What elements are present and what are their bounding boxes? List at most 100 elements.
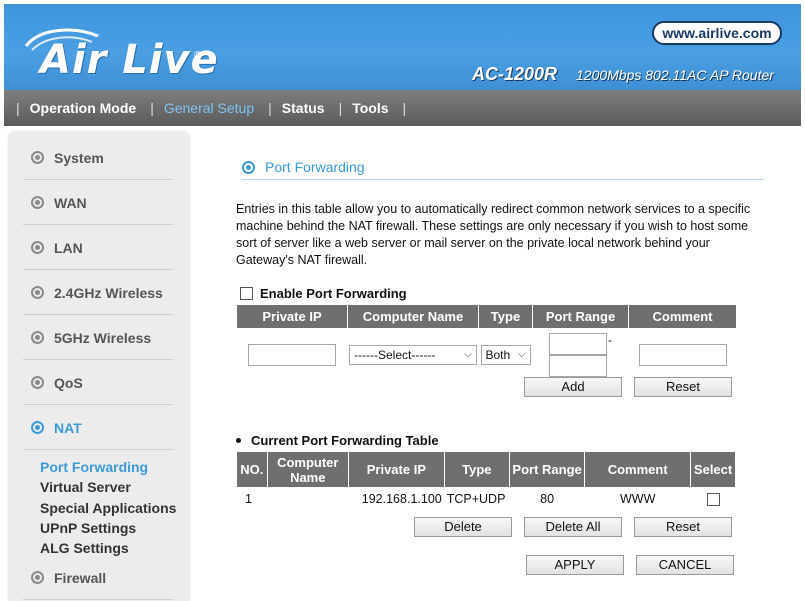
computer-name-select[interactable]: ------Select------ ⌵ (349, 344, 477, 365)
nav-separator: | (402, 100, 407, 116)
chevron-down-icon: ⌵ (464, 349, 472, 360)
sidebar-item-firewall[interactable]: Firewall (23, 556, 173, 600)
row-select-cell (690, 487, 736, 511)
port-to-input[interactable] (549, 354, 607, 377)
current-table-title-label: Current Port Forwarding Table (251, 433, 439, 448)
title-bullet-icon (242, 161, 255, 174)
computer-name-selected: ------Select------ (354, 347, 436, 362)
sidebar-item-label: 5GHz Wireless (54, 329, 152, 346)
row-select-checkbox[interactable] (706, 493, 720, 507)
nav-separator: | (16, 100, 20, 116)
add-rule-table: Private IP Computer Name Type Port Range… (236, 304, 737, 381)
nav-separator: | (150, 100, 154, 116)
port-range-cell: - (532, 328, 629, 381)
nav-tools[interactable]: Tools (352, 100, 388, 116)
current-forwarding-table: NO. Computer Name Private IP Type Port R… (236, 451, 736, 511)
enable-port-forwarding-row: Enable Port Forwarding (240, 286, 407, 301)
delete-all-button[interactable]: Delete All (524, 517, 622, 537)
col-header-port-range: Port Range (508, 451, 586, 488)
sidebar-item-label: System (54, 149, 104, 166)
enable-port-forwarding-label: Enable Port Forwarding (260, 286, 407, 301)
router-admin-app: Air Live ® www.airlive.com AC-1200R 1200… (0, 0, 805, 601)
sidebar-item-2-4ghz-wireless[interactable]: 2.4GHz Wireless (23, 271, 173, 315)
chevron-down-icon: ⌵ (517, 349, 526, 360)
table-row: 1 192.168.1.100 TCP+UDP 80 WWW (236, 487, 736, 511)
sidebar-item-5ghz-wireless[interactable]: 5GHz Wireless (23, 316, 173, 360)
col-header-select: Select (690, 451, 736, 488)
subnav-alg-settings[interactable]: ALG Settings (40, 540, 129, 556)
subnav-virtual-server[interactable]: Virtual Server (40, 479, 131, 495)
row-port-range: 80 (508, 487, 586, 511)
sidebar-item-system[interactable]: System (23, 136, 173, 180)
radio-bullet-icon (31, 421, 44, 434)
col-header-computer-name: Computer Name (266, 451, 350, 488)
sidebar-item-label: LAN (54, 239, 83, 256)
table-reset-button[interactable]: Reset (634, 517, 732, 537)
page-title: Port Forwarding (265, 159, 365, 175)
col-header-comment: Comment (584, 451, 692, 488)
enable-port-forwarding-checkbox[interactable] (240, 287, 253, 300)
subnav-port-forwarding[interactable]: Port Forwarding (40, 459, 148, 475)
private-ip-input[interactable] (248, 343, 336, 366)
delete-button[interactable]: Delete (414, 517, 512, 537)
nav-separator: | (338, 100, 343, 116)
type-selected: Both (485, 347, 511, 362)
nav-separator: | (268, 100, 272, 116)
radio-bullet-icon (31, 196, 44, 209)
row-no: 1 (236, 487, 268, 511)
site-url-badge[interactable]: www.airlive.com (652, 21, 782, 45)
radio-bullet-icon (31, 241, 44, 254)
col-header-computer-name: Computer Name (347, 304, 479, 329)
sidebar-item-label: NAT (54, 419, 82, 436)
apply-button[interactable]: APPLY (526, 555, 624, 575)
sidebar-item-label: 2.4GHz Wireless (54, 284, 163, 301)
nav-operation-mode[interactable]: Operation Mode (30, 100, 137, 116)
col-header-port-range: Port Range (532, 304, 629, 329)
main-content: Port Forwarding Entries in this table al… (200, 126, 800, 601)
bullet-dot-icon (236, 438, 241, 443)
airlive-logo: Air Live (40, 37, 219, 83)
port-range-separator: - (608, 332, 612, 347)
radio-bullet-icon (31, 571, 44, 584)
col-header-private-ip: Private IP (348, 451, 445, 488)
add-button[interactable]: Add (524, 377, 622, 397)
nav-general-setup[interactable]: General Setup (164, 100, 254, 116)
sidebar-item-qos[interactable]: QoS (23, 361, 173, 405)
private-ip-cell (236, 328, 348, 381)
sidebar-item-nat[interactable]: NAT (23, 406, 173, 450)
col-header-comment: Comment (628, 304, 737, 329)
col-header-type: Type (443, 451, 510, 488)
top-nav: | Operation Mode | General Setup | Statu… (4, 90, 801, 126)
col-header-type: Type (478, 304, 533, 329)
current-table-title: Current Port Forwarding Table (236, 433, 439, 448)
sidebar-item-lan[interactable]: LAN (23, 226, 173, 270)
cancel-button[interactable]: CANCEL (636, 555, 734, 575)
model-description: 1200Mbps 802.11AC AP Router (576, 67, 774, 83)
col-header-private-ip: Private IP (236, 304, 348, 329)
registered-mark: ® (194, 50, 202, 61)
radio-bullet-icon (31, 376, 44, 389)
radio-bullet-icon (31, 151, 44, 164)
sidebar: System WAN LAN 2.4GHz Wireless 5GHz Wire… (9, 132, 189, 601)
sidebar-item-wan[interactable]: WAN (23, 181, 173, 225)
header-banner: Air Live ® www.airlive.com AC-1200R 1200… (4, 4, 801, 90)
radio-bullet-icon (31, 331, 44, 344)
type-cell: Both ⌵ (478, 328, 533, 381)
comment-cell (628, 328, 737, 381)
subnav-upnp-settings[interactable]: UPnP Settings (40, 520, 136, 536)
page-title-row: Port Forwarding (242, 158, 764, 180)
page-description: Entries in this table allow you to autom… (236, 202, 751, 267)
sidebar-item-label: Firewall (54, 569, 107, 586)
sidebar-item-label: WAN (54, 194, 87, 211)
type-select[interactable]: Both ⌵ (480, 344, 531, 365)
add-reset-button[interactable]: Reset (634, 377, 732, 397)
subnav-special-applications[interactable]: Special Applications (40, 500, 176, 516)
row-private-ip: 192.168.1.100 (348, 487, 445, 511)
radio-bullet-icon (31, 286, 44, 299)
row-comment: WWW (584, 487, 692, 511)
computer-name-cell: ------Select------ ⌵ (347, 328, 479, 381)
port-from-input[interactable] (549, 332, 607, 355)
comment-input[interactable] (638, 343, 727, 366)
nav-status[interactable]: Status (282, 100, 325, 116)
sidebar-item-label: QoS (54, 374, 83, 391)
